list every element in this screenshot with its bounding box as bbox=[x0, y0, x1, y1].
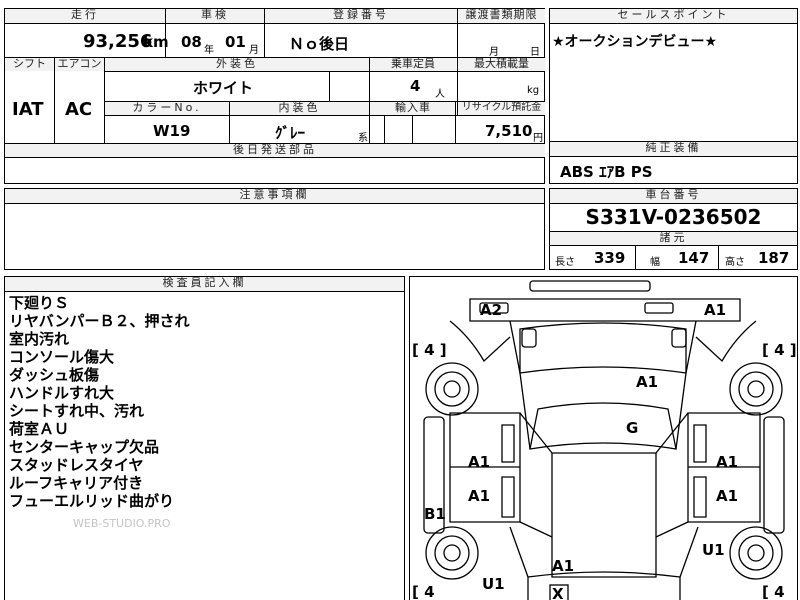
length-value: 339 bbox=[594, 249, 626, 267]
car-diagram-box: [ 4 ] [ 4 ] [ 4 [ 4 A2 A1 A1 G A1 A1 A1 … bbox=[409, 276, 798, 600]
import-header: 輸入車 bbox=[370, 102, 456, 115]
shift-header: シフト bbox=[5, 58, 54, 71]
interior-suffix: 系 bbox=[358, 133, 368, 144]
car-outline-diagram bbox=[423, 280, 785, 600]
damage-mark-u1-right-rear: U1 bbox=[702, 541, 725, 559]
mileage-unit: km bbox=[143, 33, 169, 51]
registration-header: 登録番号 bbox=[265, 9, 457, 23]
tire-depth-rear-right: [ 4 bbox=[762, 583, 785, 600]
interior-header: 内装色 bbox=[230, 102, 369, 115]
inspection-month: 01 bbox=[225, 33, 246, 51]
capacity-value: 4 bbox=[410, 77, 421, 95]
note-line: 荷室ＡＵ bbox=[9, 420, 70, 438]
aircon-header: エアコン bbox=[55, 58, 104, 71]
height-value: 187 bbox=[758, 249, 790, 267]
transfer-month-unit: 月 bbox=[489, 47, 499, 58]
damage-mark-a2-front-left: A2 bbox=[480, 301, 503, 319]
recycle-unit: 円 bbox=[533, 133, 543, 144]
chassis-box: 車台番号 S331V-0236502 諸元 長さ 339 幅 147 高さ 18… bbox=[549, 188, 798, 270]
damage-mark-a1-left-rear-door: A1 bbox=[468, 487, 491, 505]
chassis-number: S331V-0236502 bbox=[585, 205, 762, 229]
damage-mark-a1-left-front-door: A1 bbox=[468, 453, 491, 471]
recycle-header: リサイクル預託金 bbox=[458, 102, 545, 115]
note-line: リヤバンパーＢ２、押され bbox=[9, 312, 190, 330]
exterior-header: 外装色 bbox=[105, 58, 369, 71]
sales-point-text: ★オークションデビュー★ bbox=[552, 34, 718, 50]
note-line: スタッドレスタイヤ bbox=[9, 456, 144, 474]
width-value: 147 bbox=[678, 249, 710, 267]
note-line: シートすれ中、汚れ bbox=[9, 402, 145, 420]
note-line: ダッシュ板傷 bbox=[9, 366, 100, 384]
tire-depth-front-left: [ 4 ] bbox=[412, 341, 447, 359]
watermark: WEB-STUDIO.PRO bbox=[73, 517, 171, 530]
color-no-header: カラーNo. bbox=[105, 102, 229, 115]
recycle-value: 7,510 bbox=[485, 122, 533, 140]
height-label: 高さ bbox=[725, 257, 745, 268]
inspection-month-unit: 月 bbox=[249, 45, 259, 56]
damage-mark-a1-right-rear-door: A1 bbox=[716, 487, 739, 505]
inspector-notes: 下廻りＳ リヤバンパーＢ２、押され 室内汚れ コンソール傷大 ダッシュ板傷 ハン… bbox=[9, 294, 189, 510]
note-line: 下廻りＳ bbox=[9, 294, 70, 312]
note-line: コンソール傷大 bbox=[9, 348, 115, 366]
damage-mark-g-windshield: G bbox=[626, 419, 639, 437]
transfer-day-unit: 日 bbox=[530, 47, 540, 58]
inspector-box: 検査員記入欄 下廻りＳ リヤバンパーＢ２、押され 室内汚れ コンソール傷大 ダッ… bbox=[4, 276, 405, 600]
capacity-header: 乗車定員 bbox=[370, 58, 456, 71]
damage-mark-b1-left-rear: B1 bbox=[424, 505, 446, 523]
note-line: センターキャップ欠品 bbox=[9, 438, 160, 456]
later-parts-header: 後日発送部品 bbox=[5, 144, 545, 157]
damage-mark-x-rear: X bbox=[552, 585, 564, 600]
registration-value: Ｎｏ後日 bbox=[289, 35, 350, 53]
mileage-header: 走行 bbox=[5, 9, 165, 23]
damage-mark-a1-hood: A1 bbox=[636, 373, 659, 391]
note-line: ハンドルすれ大 bbox=[9, 384, 115, 402]
damage-mark-a1-rear-center: A1 bbox=[552, 557, 575, 575]
note-line: ルーフキャリア付き bbox=[9, 474, 144, 492]
vehicle-info-table: 走行 車検 登録番号 譲渡書類期限 93,256 km 08 年 01 月 Ｎｏ… bbox=[4, 8, 545, 184]
sales-point-box: セールスポイント ★オークションデビュー★ bbox=[549, 8, 798, 142]
length-label: 長さ bbox=[555, 257, 575, 268]
tire-depth-front-right: [ 4 ] bbox=[762, 341, 797, 359]
sales-point-header: セールスポイント bbox=[550, 9, 797, 23]
exterior-value: ホワイト bbox=[193, 79, 254, 97]
width-label: 幅 bbox=[650, 257, 660, 268]
capacity-unit: 人 bbox=[435, 89, 445, 100]
genuine-equipment-box: 純正装備 ABS ｴｱB PS bbox=[549, 141, 798, 184]
damage-mark-a1-right-front-door: A1 bbox=[716, 453, 739, 471]
color-no-value: W19 bbox=[153, 122, 191, 140]
caution-box: 注意事項欄 bbox=[4, 188, 545, 270]
load-unit: kg bbox=[527, 85, 540, 96]
load-header: 最大積載量 bbox=[458, 58, 545, 71]
shift-value: IAT bbox=[12, 99, 44, 120]
tire-depth-rear-left: [ 4 bbox=[412, 583, 435, 600]
spec-header: 諸元 bbox=[550, 232, 797, 245]
inspection-year-unit: 年 bbox=[204, 45, 214, 56]
damage-mark-a1-front-right: A1 bbox=[704, 301, 727, 319]
genuine-value: ABS ｴｱB PS bbox=[560, 163, 653, 181]
inspection-header: 車検 bbox=[166, 9, 264, 23]
inspector-header: 検査員記入欄 bbox=[5, 277, 404, 291]
inspection-year: 08 bbox=[181, 33, 202, 51]
genuine-header: 純正装備 bbox=[550, 142, 797, 156]
aircon-value: AC bbox=[65, 99, 93, 120]
note-line: 室内汚れ bbox=[9, 330, 70, 348]
transfer-header: 譲渡書類期限 bbox=[458, 9, 545, 23]
caution-header: 注意事項欄 bbox=[5, 189, 544, 203]
note-line: フューエルリッド曲がり bbox=[9, 492, 175, 510]
chassis-header: 車台番号 bbox=[550, 189, 797, 203]
damage-mark-u1-rear-left: U1 bbox=[482, 575, 505, 593]
interior-value: ｸﾞﾚｰ bbox=[275, 124, 306, 142]
